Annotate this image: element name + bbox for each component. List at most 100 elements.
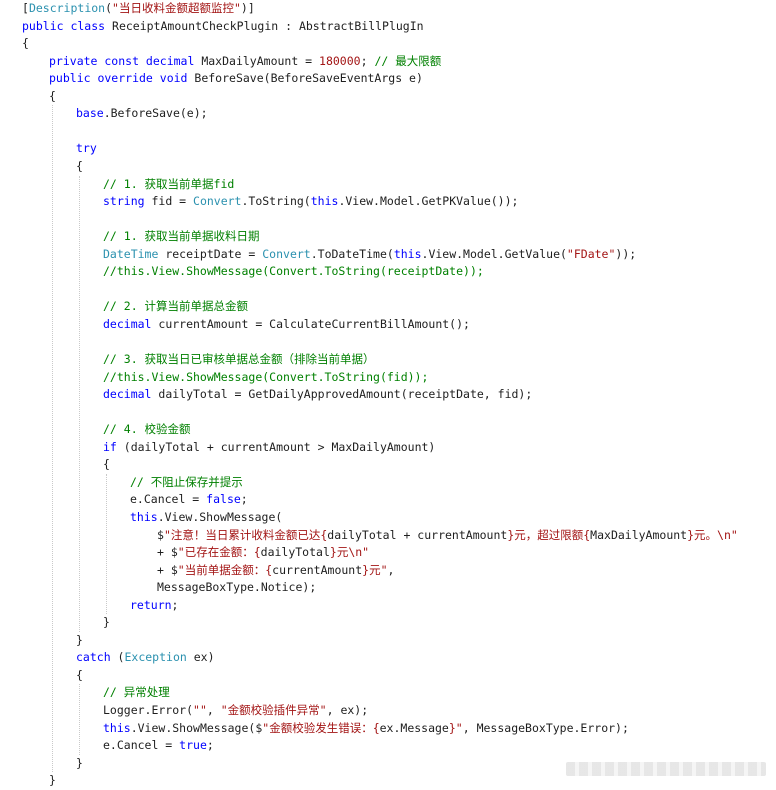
code-token: }元。\n" <box>687 527 738 542</box>
code-token: currentAmount = CalculateCurrentBillAmou… <box>158 316 470 331</box>
code-token: { <box>49 88 56 103</box>
code-token: .View.Model.GetPKValue()); <box>338 194 519 209</box>
code-token: MaxDailyAmount <box>590 527 688 542</box>
code-token: e.Cancel = <box>130 492 207 507</box>
code-token: BeforeSave(BeforeSaveEventArgs e) <box>194 71 423 86</box>
code-line: private const decimal MaxDailyAmount = 1… <box>49 53 441 71</box>
code-line: return; <box>130 597 178 615</box>
code-token: fid = <box>151 194 194 209</box>
code-token: } <box>49 773 56 788</box>
code-token: }元" <box>362 562 388 577</box>
code-token: MaxDailyAmount = <box>201 53 320 68</box>
code-token: e.Cancel = <box>103 738 180 753</box>
code-token: "当日收料金额超额监控" <box>112 1 241 15</box>
watermark <box>566 762 766 776</box>
code-token: this <box>393 246 422 261</box>
code-line: // 异常处理 <box>103 684 170 702</box>
code-line: Logger.Error("", "金额校验插件异常", ex); <box>103 702 368 720</box>
code-line: public override void BeforeSave(BeforeSa… <box>49 70 423 88</box>
code-token: Description <box>28 1 106 15</box>
code-token: return <box>130 597 172 612</box>
code-line: // 3. 获取当日已审核单据总金额（排除当前单据） <box>103 351 375 369</box>
code-line: MessageBoxType.Notice); <box>157 579 316 597</box>
code-token: + $ <box>157 562 178 577</box>
code-token: ; <box>240 492 248 507</box>
code-token: string <box>103 194 152 209</box>
code-line: catch (Exception ex) <box>76 649 215 667</box>
code-token: // 3. 获取当日已审核单据总金额（排除当前单据） <box>103 352 375 366</box>
code-token: "注意！当日累计收料金额已达{ <box>163 527 328 542</box>
code-token: + $ <box>157 545 178 560</box>
code-token: if <box>103 439 124 454</box>
code-token: 180000 <box>319 53 361 68</box>
code-line: e.Cancel = false; <box>130 491 248 509</box>
code-token: { <box>76 158 83 173</box>
code-line: if (dailyTotal + currentAmount > MaxDail… <box>103 439 435 457</box>
code-line: // 不阻止保存并提示 <box>130 474 243 492</box>
code-token: { <box>76 667 83 682</box>
code-token: base <box>76 106 104 121</box>
code-token: "当前单据金额：{ <box>177 562 273 577</box>
indent-guide <box>52 105 53 773</box>
code-token: .ToString( <box>241 194 311 209</box>
code-token: public class <box>22 18 113 33</box>
code-line: DateTime receiptDate = Convert.ToDateTim… <box>103 246 636 264</box>
code-token: MessageBoxType.Notice); <box>157 580 317 595</box>
code-token: Convert <box>262 246 311 261</box>
code-token: // 1. 获取当前单据收料日期 <box>103 229 260 244</box>
code-token: dailyTotal + currentAmount <box>327 527 508 542</box>
code-token: // 异常处理 <box>103 685 170 700</box>
code-token: .BeforeSave(e); <box>103 106 208 121</box>
code-token: , <box>387 562 395 577</box>
code-token: , MessageBoxType.Error); <box>462 720 629 735</box>
code-token: "金额校验发生错误：{ <box>262 720 380 735</box>
code-line: this.View.ShowMessage($"金额校验发生错误：{ex.Mes… <box>103 720 629 738</box>
code-token: , <box>206 703 221 717</box>
code-token: public override void <box>49 71 195 86</box>
indent-guide <box>79 175 80 632</box>
code-token: }元\n" <box>329 545 370 560</box>
code-line: } <box>103 614 110 632</box>
code-token: // 不阻止保存并提示 <box>130 474 243 489</box>
code-token: receiptDate = <box>158 246 263 261</box>
code-token: // 最大限额 <box>374 53 442 68</box>
code-token: // 2. 计算当前单据总金额 <box>103 299 249 314</box>
code-line: + $"已存在金额：{dailyTotal}元\n" <box>157 544 369 562</box>
code-token: ; <box>206 738 214 753</box>
code-line: $"注意！当日累计收料金额已达{dailyTotal + currentAmou… <box>157 527 738 545</box>
code-line: { <box>76 667 83 685</box>
code-line: try <box>76 140 97 158</box>
code-line: { <box>103 456 110 474</box>
code-token: [ <box>22 1 29 15</box>
code-token: ex) <box>186 650 215 665</box>
code-line: // 1. 获取当前单据收料日期 <box>103 228 260 246</box>
code-token: } <box>103 615 110 630</box>
code-line: + $"当前单据金额：{currentAmount}元", <box>157 562 394 580</box>
code-line: { <box>22 35 29 53</box>
code-token: decimal <box>103 316 159 331</box>
code-line: } <box>76 632 83 650</box>
code-token: false <box>206 492 241 507</box>
code-token: )); <box>615 246 637 261</box>
code-token: decimal <box>103 387 159 402</box>
code-token: { <box>103 457 110 472</box>
code-token: ( <box>105 1 113 15</box>
code-token: } <box>76 632 83 647</box>
code-line: decimal dailyTotal = GetDailyApprovedAmo… <box>103 386 532 404</box>
code-token: catch <box>76 650 118 665</box>
code-line: e.Cancel = true; <box>103 737 214 755</box>
code-token: ; <box>360 53 375 68</box>
code-token: )] <box>240 1 255 15</box>
code-line: base.BeforeSave(e); <box>76 105 208 123</box>
code-token: .View.ShowMessage($ <box>130 720 263 735</box>
code-token: private const decimal <box>49 53 202 68</box>
code-line: // 1. 获取当前单据fid <box>103 176 234 194</box>
code-token: dailyTotal <box>260 545 330 560</box>
code-token: true <box>179 738 207 753</box>
code-token: , ex); <box>326 703 369 717</box>
code-token: this <box>310 194 339 209</box>
code-token: }元，超过限额{ <box>507 527 591 542</box>
code-token: dailyTotal = GetDailyApprovedAmount(rece… <box>158 387 533 402</box>
code-token: Exception <box>124 650 187 665</box>
code-token: this <box>130 509 158 524</box>
